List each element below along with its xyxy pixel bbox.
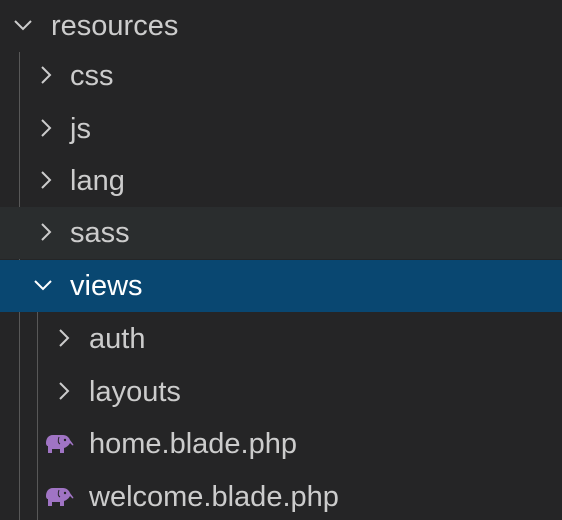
tree-item-resources[interactable]: resources — [0, 0, 562, 52]
tree-item-lang[interactable]: lang — [0, 155, 562, 207]
tree-item-label: views — [70, 270, 143, 302]
chevron-right-icon — [51, 366, 75, 418]
tree-item-js[interactable]: js — [0, 103, 562, 155]
tree-item-label: resources — [51, 10, 179, 42]
chevron-down-icon — [30, 260, 54, 312]
chevron-right-icon — [33, 207, 57, 259]
tree-item-views[interactable]: views — [0, 260, 562, 312]
tree-item-welcome-blade-php[interactable]: welcome.blade.php — [0, 471, 562, 520]
chevron-right-icon — [33, 103, 57, 155]
tree-item-label: auth — [89, 323, 146, 355]
tree-item-auth[interactable]: auth — [0, 313, 562, 365]
tree-item-label: js — [70, 113, 91, 145]
chevron-right-icon — [51, 313, 75, 365]
tree-item-sass[interactable]: sass — [0, 207, 562, 259]
chevron-right-icon — [33, 50, 57, 102]
tree-item-label: sass — [70, 217, 130, 249]
php-elephant-icon — [44, 432, 76, 456]
chevron-down-icon — [10, 0, 34, 52]
tree-item-home-blade-php[interactable]: home.blade.php — [0, 418, 562, 470]
tree-item-label: welcome.blade.php — [89, 481, 339, 513]
tree-item-css[interactable]: css — [0, 50, 562, 102]
tree-item-label: home.blade.php — [89, 428, 297, 460]
chevron-right-icon — [33, 155, 57, 207]
tree-item-label: lang — [70, 165, 125, 197]
file-explorer-tree: resources css js lang sass views auth la… — [0, 0, 562, 520]
php-elephant-icon — [44, 485, 76, 509]
tree-item-label: css — [70, 60, 114, 92]
tree-item-layouts[interactable]: layouts — [0, 366, 562, 418]
tree-item-label: layouts — [89, 376, 181, 408]
